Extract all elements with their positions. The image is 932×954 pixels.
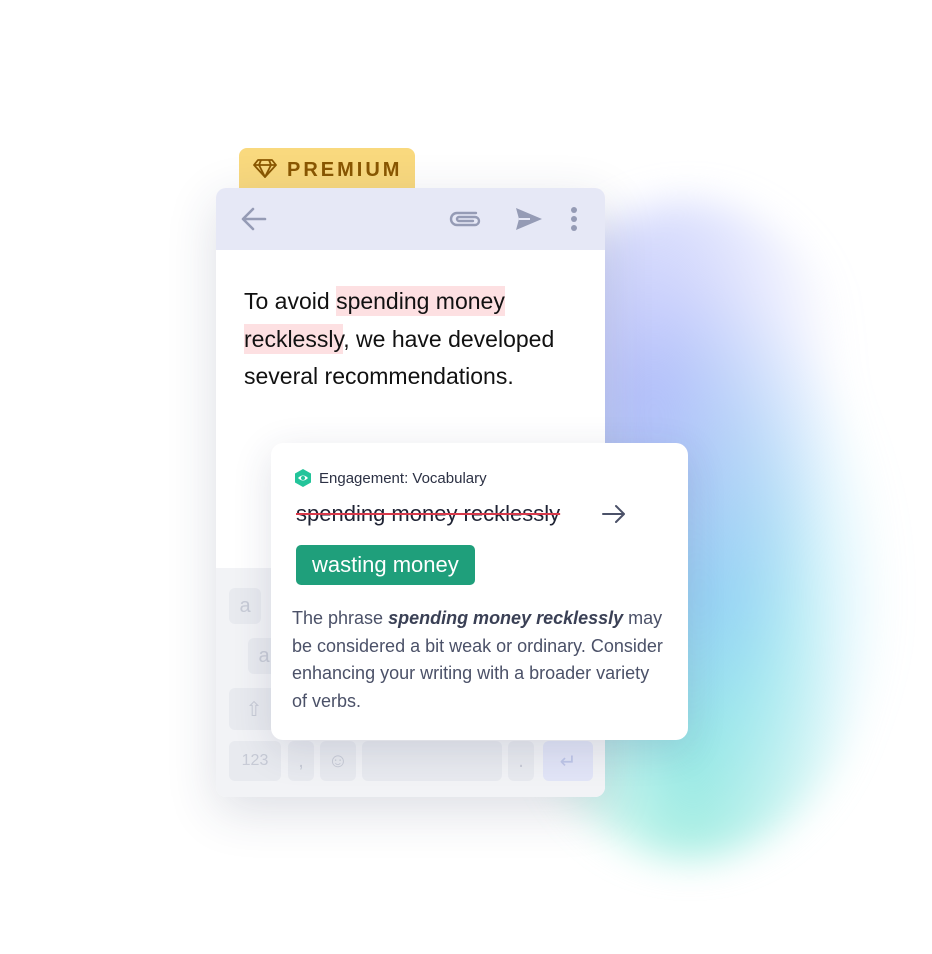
premium-label: PREMIUM (287, 158, 403, 181)
suggestion-explanation: The phrase spending money recklessly may… (292, 605, 664, 715)
enter-key[interactable]: ↵ (543, 741, 593, 781)
more-vertical-icon[interactable] (570, 205, 578, 238)
category-label: Engagement: Vocabulary (319, 469, 487, 487)
highlighted-phrase-continued[interactable]: recklessly (244, 323, 344, 354)
arrow-left-icon[interactable] (240, 205, 268, 238)
explanation-prefix: The phrase (292, 608, 389, 628)
replacement-button[interactable]: wasting money (296, 545, 475, 585)
period-key[interactable]: . (508, 741, 534, 781)
editor-text-before: To avoid (244, 288, 337, 314)
emoji-icon[interactable]: ☺ (320, 741, 356, 781)
arrow-right-icon (601, 503, 627, 530)
editor-text[interactable]: To avoid spending money recklessly, we ha… (244, 283, 594, 396)
diamond-icon (253, 158, 277, 183)
key-a[interactable]: a (229, 588, 261, 624)
space-key[interactable] (362, 741, 502, 781)
premium-badge: PREMIUM (239, 148, 415, 192)
suggestion-card: Engagement: Vocabulary spending money re… (271, 443, 688, 740)
explanation-emphasis: spending money recklessly (388, 608, 624, 628)
highlighted-phrase[interactable]: spending money (336, 286, 505, 316)
toolbar (216, 188, 605, 250)
engagement-icon (295, 469, 311, 487)
paperclip-icon[interactable] (448, 205, 484, 238)
original-phrase: spending money recklessly (296, 501, 561, 526)
send-icon[interactable] (514, 205, 544, 238)
comma-key[interactable]: , (288, 741, 314, 781)
suggestion-category: Engagement: Vocabulary (295, 469, 487, 487)
numbers-key[interactable]: 123 (229, 741, 281, 781)
